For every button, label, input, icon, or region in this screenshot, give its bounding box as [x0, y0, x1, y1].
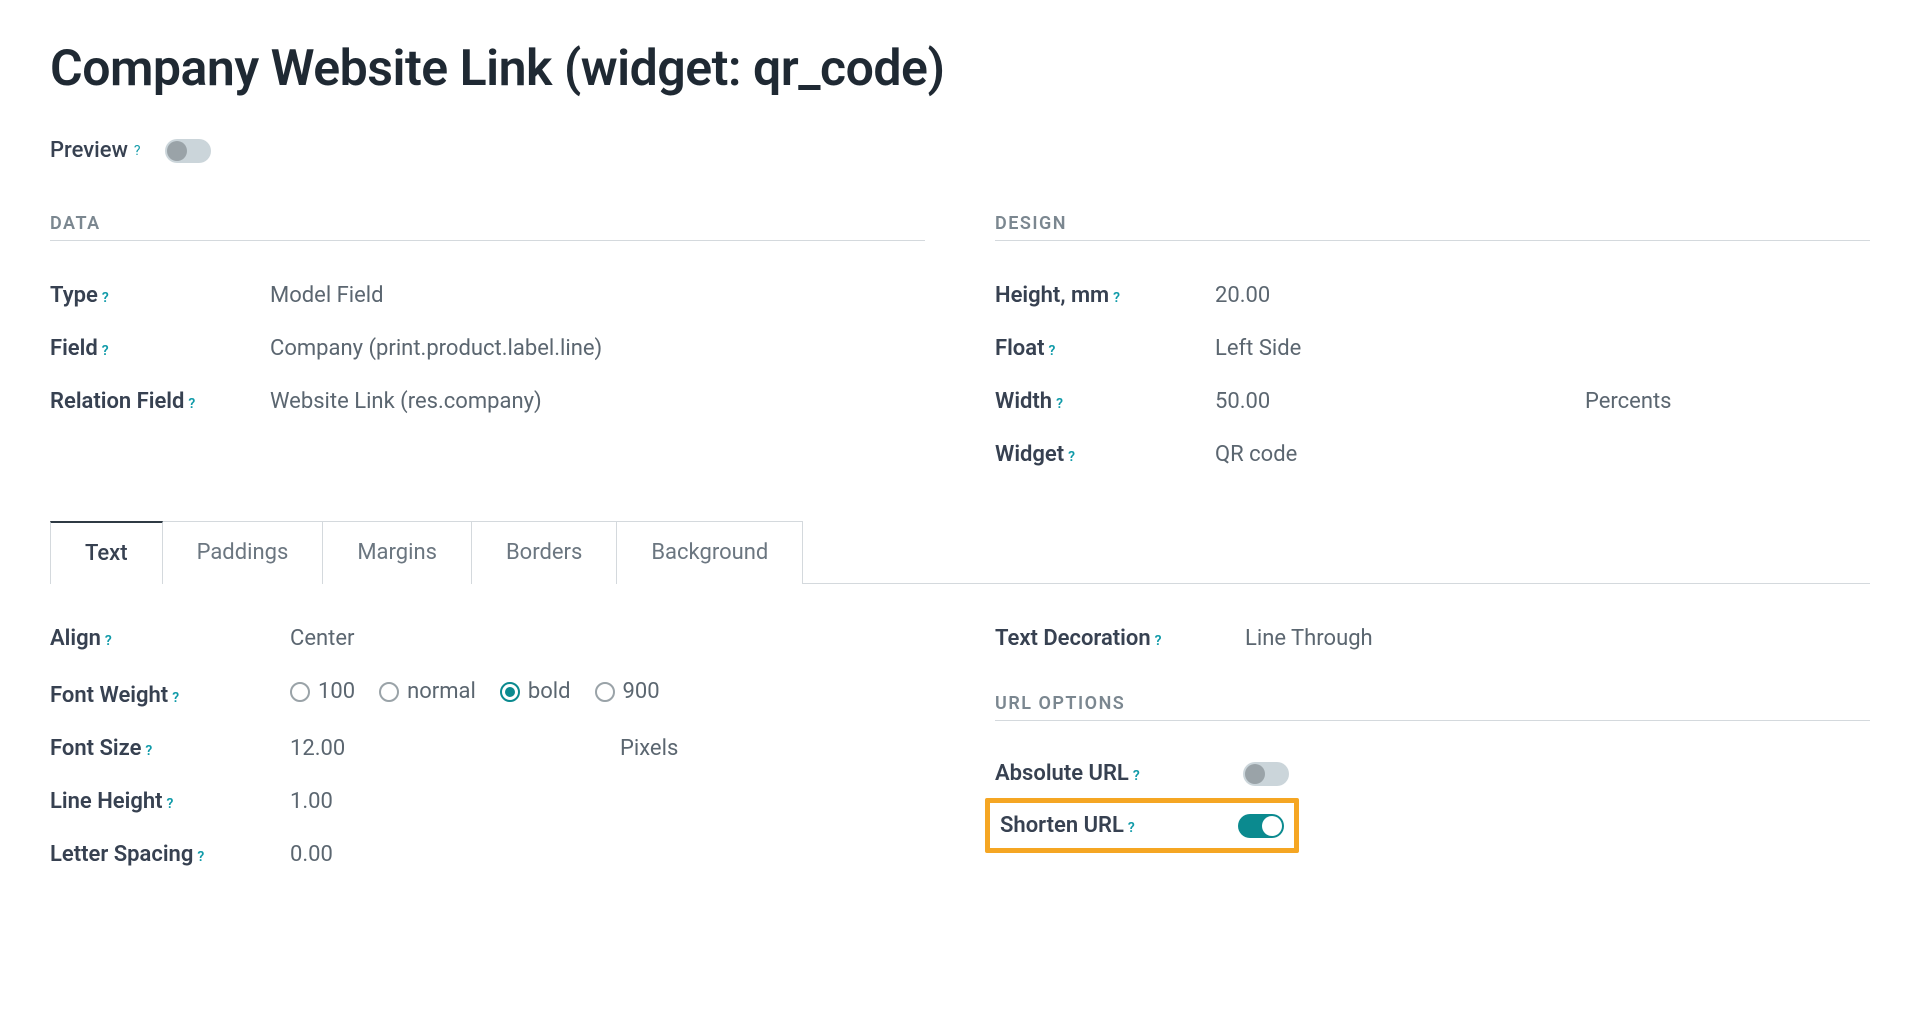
radio-icon	[500, 682, 520, 702]
tab-borders[interactable]: Borders	[472, 521, 617, 584]
letterspacing-label: Letter Spacing	[50, 842, 193, 867]
data-section: DATA Type ? Model Field Field ? Company …	[50, 213, 925, 428]
design-heading: DESIGN	[995, 213, 1870, 241]
shorten-url-highlight: Shorten URL ?	[985, 798, 1299, 853]
fontweight-option-900[interactable]: 900	[595, 679, 660, 704]
help-icon[interactable]: ?	[167, 796, 174, 812]
fontweight-option-bold[interactable]: bold	[500, 679, 571, 704]
radio-icon	[379, 682, 399, 702]
fontweight-option-label: 900	[623, 679, 660, 704]
letterspacing-value[interactable]: 0.00	[290, 842, 925, 867]
fontweight-label: Font Weight	[50, 683, 168, 708]
field-font-weight: Font Weight ? 100 normal bold	[50, 665, 925, 722]
width-label: Width	[995, 389, 1052, 414]
field-font-size: Font Size ? 12.00 Pixels	[50, 722, 925, 775]
field-type: Type ? Model Field	[50, 269, 925, 322]
type-label: Type	[50, 283, 98, 308]
textdeco-value[interactable]: Line Through	[1245, 626, 1870, 651]
relation-value[interactable]: Website Link (res.company)	[270, 389, 925, 414]
fontsize-value[interactable]: 12.00	[290, 736, 610, 761]
help-icon[interactable]: ?	[1133, 768, 1140, 784]
help-icon[interactable]: ?	[1128, 820, 1135, 836]
help-icon[interactable]: ?	[172, 690, 179, 706]
data-heading: DATA	[50, 213, 925, 241]
help-icon[interactable]: ?	[102, 290, 109, 306]
field-field: Field ? Company (print.product.label.lin…	[50, 322, 925, 375]
textdeco-label: Text Decoration	[995, 626, 1151, 651]
preview-label: Preview	[50, 138, 128, 163]
fontweight-option-label: bold	[528, 679, 571, 704]
field-float: Float ? Left Side	[995, 322, 1870, 375]
help-icon[interactable]: ?	[145, 743, 152, 759]
field-text-decoration: Text Decoration ? Line Through	[995, 612, 1870, 665]
text-left-column: Align ? Center Font Weight ? 100	[50, 612, 925, 881]
width-value[interactable]: 50.00	[1215, 389, 1575, 414]
field-shorten-url: Shorten URL ?	[990, 807, 1284, 844]
text-right-column: Text Decoration ? Line Through URL OPTIO…	[995, 612, 1870, 881]
tabstrip: Text Paddings Margins Borders Background	[50, 521, 1870, 584]
float-label: Float	[995, 336, 1044, 361]
absolute-url-toggle[interactable]	[1243, 762, 1289, 786]
url-heading: URL OPTIONS	[995, 693, 1870, 721]
preview-toggle[interactable]	[165, 139, 211, 163]
help-icon[interactable]: ?	[1068, 449, 1075, 465]
help-icon[interactable]: ?	[1155, 633, 1162, 649]
absolute-label: Absolute URL	[995, 761, 1129, 786]
help-icon[interactable]: ?	[197, 849, 204, 865]
field-line-height: Line Height ? 1.00	[50, 775, 925, 828]
height-value[interactable]: 20.00	[1215, 283, 1870, 308]
field-widget: Widget ? QR code	[995, 428, 1870, 481]
width-unit[interactable]: Percents	[1585, 389, 1870, 414]
fontweight-option-label: normal	[407, 679, 476, 704]
field-letter-spacing: Letter Spacing ? 0.00	[50, 828, 925, 881]
fontweight-radio-group: 100 normal bold 900	[290, 679, 925, 704]
field-absolute-url: Absolute URL ?	[995, 749, 1870, 798]
field-relation: Relation Field ? Website Link (res.compa…	[50, 375, 925, 428]
fontweight-option-label: 100	[318, 679, 355, 704]
tab-paddings[interactable]: Paddings	[163, 521, 324, 584]
widget-value[interactable]: QR code	[1215, 442, 1870, 467]
tab-background[interactable]: Background	[617, 521, 803, 584]
float-value[interactable]: Left Side	[1215, 336, 1870, 361]
fontsize-unit[interactable]: Pixels	[620, 736, 925, 761]
height-label: Height, mm	[995, 283, 1109, 308]
align-value[interactable]: Center	[290, 626, 925, 651]
page-title: Company Website Link (widget: qr_code)	[50, 40, 1870, 98]
field-height: Height, mm ? 20.00	[995, 269, 1870, 322]
field-label: Field	[50, 336, 98, 361]
field-value[interactable]: Company (print.product.label.line)	[270, 336, 925, 361]
help-icon[interactable]: ?	[105, 633, 112, 649]
fontsize-label: Font Size	[50, 736, 141, 761]
help-icon[interactable]: ?	[102, 343, 109, 359]
widget-label: Widget	[995, 442, 1064, 467]
design-section: DESIGN Height, mm ? 20.00 Float ? Left S…	[995, 213, 1870, 481]
radio-icon	[290, 682, 310, 702]
help-icon[interactable]: ?	[1056, 396, 1063, 412]
type-value[interactable]: Model Field	[270, 283, 925, 308]
tab-text[interactable]: Text	[50, 521, 163, 584]
url-options-section: URL OPTIONS Absolute URL ? Shorten URL ?	[995, 693, 1870, 853]
fontweight-option-100[interactable]: 100	[290, 679, 355, 704]
help-icon[interactable]: ?	[1048, 343, 1055, 359]
help-icon[interactable]: ?	[134, 143, 141, 159]
help-icon[interactable]: ?	[188, 396, 195, 412]
tab-margins[interactable]: Margins	[323, 521, 472, 584]
lineheight-label: Line Height	[50, 789, 163, 814]
lineheight-value[interactable]: 1.00	[290, 789, 925, 814]
align-label: Align	[50, 626, 101, 651]
shorten-label: Shorten URL	[1000, 813, 1124, 838]
shorten-url-toggle[interactable]	[1238, 814, 1284, 838]
field-align: Align ? Center	[50, 612, 925, 665]
fontweight-option-normal[interactable]: normal	[379, 679, 476, 704]
relation-label: Relation Field	[50, 389, 184, 414]
help-icon[interactable]: ?	[1113, 290, 1120, 306]
radio-icon	[595, 682, 615, 702]
preview-row: Preview ?	[50, 138, 1870, 163]
field-width: Width ? 50.00 Percents	[995, 375, 1870, 428]
